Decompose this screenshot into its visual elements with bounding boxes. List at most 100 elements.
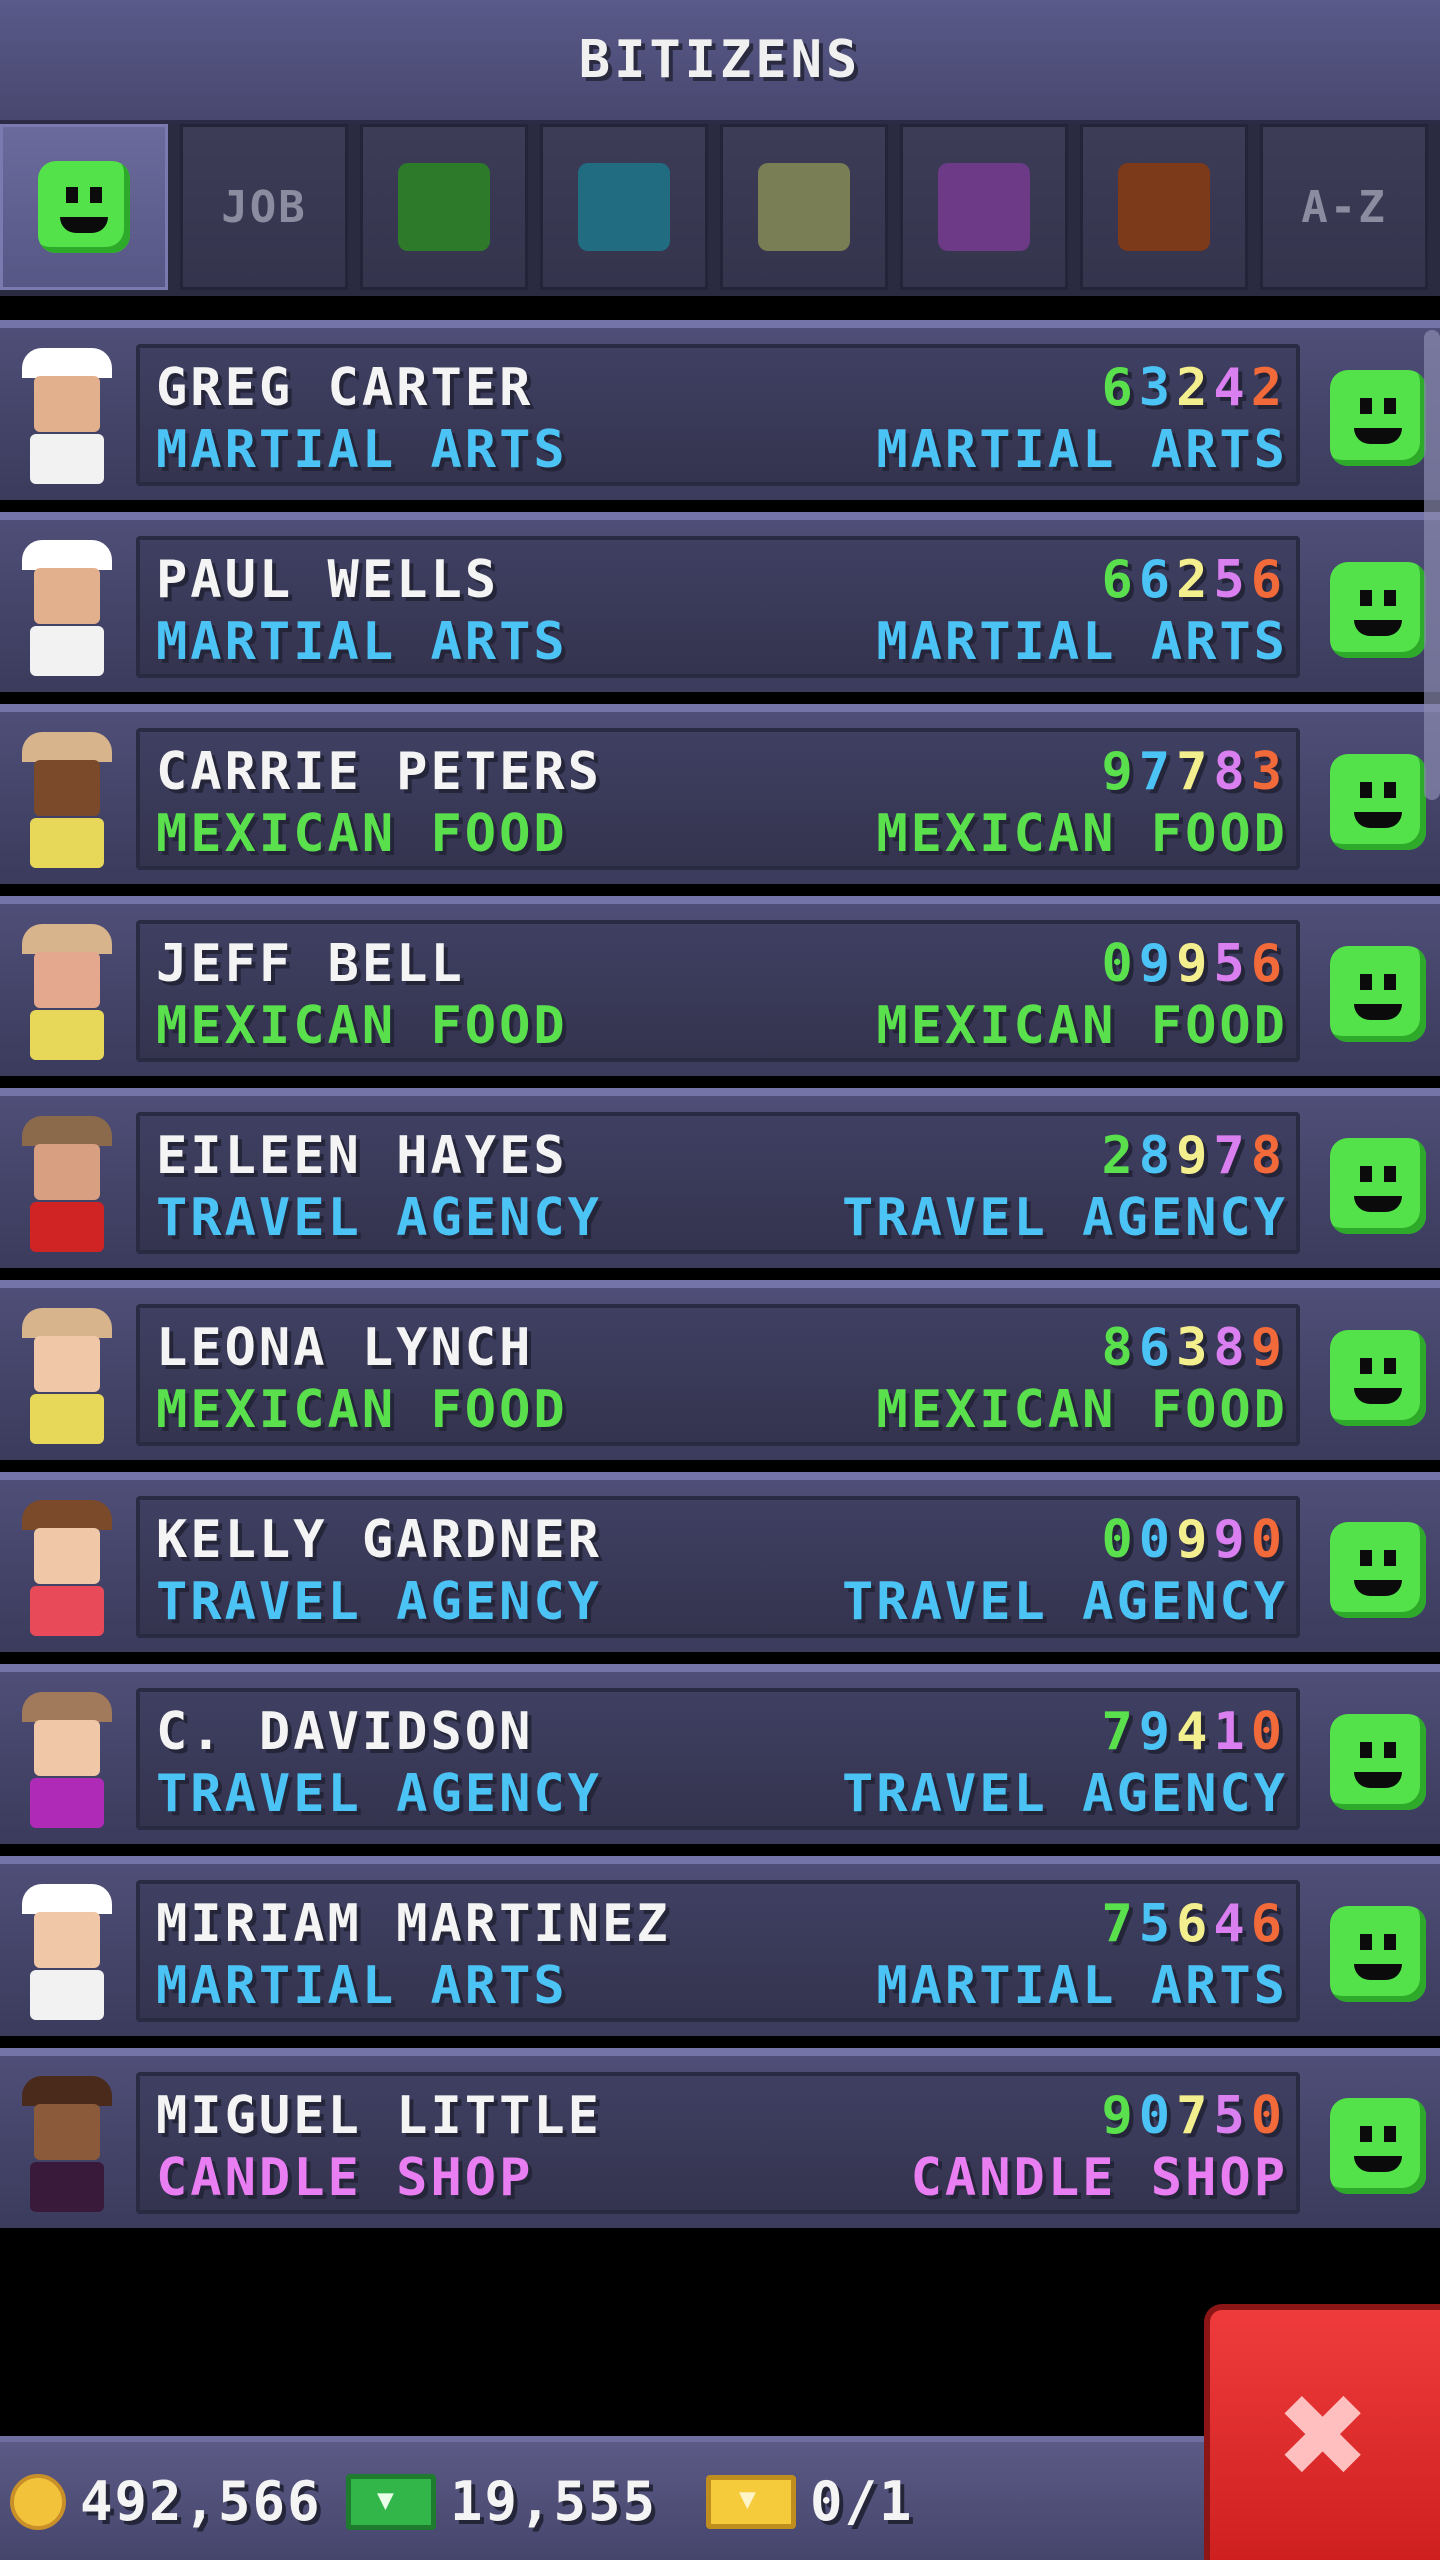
close-icon: ✖ <box>1279 2348 1371 2522</box>
tab-a-z[interactable]: A-Z <box>1260 124 1428 290</box>
tab-color-filter[interactable] <box>720 124 888 290</box>
list-item[interactable]: JEFF BELL 09956 MEXICAN FOOD MEXICAN FOOD <box>0 896 1440 1076</box>
dream-job: MEXICAN FOOD <box>876 804 1288 864</box>
color-swatch-icon <box>578 163 670 251</box>
current-job: MARTIAL ARTS <box>156 420 568 480</box>
happiness-icon <box>1330 754 1426 850</box>
list-item[interactable]: PAUL WELLS 66256 MARTIAL ARTS MARTIAL ARTS <box>0 512 1440 692</box>
avatar <box>12 732 122 872</box>
bitizen-info-panel: C. DAVIDSON 79410 TRAVEL AGENCY TRAVEL AGEN… <box>136 1688 1300 1830</box>
filter-tabs: JOB A-Z <box>0 124 1440 296</box>
current-job: TRAVEL AGENCY <box>156 1572 602 1632</box>
current-job: MARTIAL ARTS <box>156 612 568 672</box>
dream-job: TRAVEL AGENCY <box>842 1188 1288 1248</box>
bitizen-name: KELLY GARDNER <box>156 1510 602 1570</box>
tickets-value: 0/1 <box>810 2470 914 2533</box>
list-item[interactable]: CARRIE PETERS 97783 MEXICAN FOOD MEXICAN FO… <box>0 704 1440 884</box>
dream-job: TRAVEL AGENCY <box>842 1764 1288 1824</box>
coins-value: 492,566 <box>80 2470 322 2533</box>
list-item[interactable]: MIGUEL LITTLE 90750 CANDLE SHOP CANDLE SHOP <box>0 2048 1440 2228</box>
bitizen-info-panel: JEFF BELL 09956 MEXICAN FOOD MEXICAN FOOD <box>136 920 1300 1062</box>
current-job: CANDLE SHOP <box>156 2148 534 2208</box>
page-title: BITIZENS <box>578 30 862 90</box>
happiness-icon <box>1330 370 1426 466</box>
list-item[interactable]: LEONA LYNCH 86389 MEXICAN FOOD MEXICAN FOOD <box>0 1280 1440 1460</box>
tab-happiness[interactable] <box>0 124 168 290</box>
coin-icon <box>10 2473 66 2530</box>
current-job: TRAVEL AGENCY <box>156 1764 602 1824</box>
skill-digits: 97783 <box>1101 742 1288 802</box>
current-job: MEXICAN FOOD <box>156 804 568 864</box>
bitizen-info-panel: KELLY GARDNER 00990 TRAVEL AGENCY TRAVEL AG… <box>136 1496 1300 1638</box>
avatar <box>12 1308 122 1448</box>
avatar <box>12 1116 122 1256</box>
tab-color-filter[interactable] <box>540 124 708 290</box>
happiness-icon <box>1330 562 1426 658</box>
tab-color-filter[interactable] <box>360 124 528 290</box>
bitizen-info-panel: EILEEN HAYES 28978 TRAVEL AGENCY TRAVEL AGE… <box>136 1112 1300 1254</box>
bitizen-name: LEONA LYNCH <box>156 1318 534 1378</box>
happiness-icon <box>1330 1138 1426 1234</box>
bitizen-name: C. DAVIDSON <box>156 1702 534 1762</box>
tab-label: A-Z <box>1301 181 1387 233</box>
scrollbar[interactable] <box>1424 330 1440 800</box>
happiness-icon <box>1330 1522 1426 1618</box>
happiness-icon <box>1330 946 1426 1042</box>
bux-icon <box>346 2473 436 2530</box>
bitizen-info-panel: LEONA LYNCH 86389 MEXICAN FOOD MEXICAN FOOD <box>136 1304 1300 1446</box>
skill-digits: 79410 <box>1101 1702 1288 1762</box>
avatar <box>12 2076 122 2216</box>
bitizen-name: GREG CARTER <box>156 358 534 418</box>
tab-job[interactable]: JOB <box>180 124 348 290</box>
skill-digits: 09956 <box>1101 934 1288 994</box>
dream-job: MARTIAL ARTS <box>876 420 1288 480</box>
skill-digits: 28978 <box>1101 1126 1288 1186</box>
bitizen-info-panel: MIRIAM MARTINEZ 75646 MARTIAL ARTS MARTIAL … <box>136 1880 1300 2022</box>
dream-job: MARTIAL ARTS <box>876 1956 1288 2016</box>
bitizen-info-panel: CARRIE PETERS 97783 MEXICAN FOOD MEXICAN FO… <box>136 728 1300 870</box>
list-item[interactable]: GREG CARTER 63242 MARTIAL ARTS MARTIAL ARTS <box>0 320 1440 500</box>
bitizen-name: JEFF BELL <box>156 934 465 994</box>
bitizen-name: MIRIAM MARTINEZ <box>156 1894 671 1954</box>
header-bar: BITIZENS <box>0 0 1440 124</box>
dream-job: MEXICAN FOOD <box>876 1380 1288 1440</box>
skill-digits: 86389 <box>1101 1318 1288 1378</box>
color-swatch-icon <box>758 163 850 251</box>
avatar <box>12 1884 122 2024</box>
avatar <box>12 348 122 488</box>
list-item[interactable]: EILEEN HAYES 28978 TRAVEL AGENCY TRAVEL AGE… <box>0 1088 1440 1268</box>
bux-stat: 19,555 <box>346 2470 657 2533</box>
list-item[interactable]: C. DAVIDSON 79410 TRAVEL AGENCY TRAVEL AGEN… <box>0 1664 1440 1844</box>
tab-label: JOB <box>221 181 307 233</box>
close-button[interactable]: ✖ <box>1204 2304 1440 2560</box>
coins-stat: 492,566 <box>10 2470 322 2533</box>
bitizen-info-panel: GREG CARTER 63242 MARTIAL ARTS MARTIAL ARTS <box>136 344 1300 486</box>
bux-value: 19,555 <box>450 2470 658 2533</box>
skill-digits: 00990 <box>1101 1510 1288 1570</box>
bitizen-info-panel: MIGUEL LITTLE 90750 CANDLE SHOP CANDLE SHOP <box>136 2072 1300 2214</box>
happiness-icon <box>1330 1906 1426 2002</box>
list-item[interactable]: KELLY GARDNER 00990 TRAVEL AGENCY TRAVEL AG… <box>0 1472 1440 1652</box>
skill-digits: 63242 <box>1101 358 1288 418</box>
list-item[interactable]: MIRIAM MARTINEZ 75646 MARTIAL ARTS MARTIAL … <box>0 1856 1440 2036</box>
avatar <box>12 1692 122 1832</box>
dream-job: MEXICAN FOOD <box>876 996 1288 1056</box>
bitizen-name: PAUL WELLS <box>156 550 500 610</box>
avatar <box>12 924 122 1064</box>
ticket-icon <box>706 2474 796 2529</box>
bitizen-name: MIGUEL LITTLE <box>156 2086 602 2146</box>
tab-color-filter[interactable] <box>1080 124 1248 290</box>
color-swatch-icon <box>938 163 1030 251</box>
happiness-icon <box>1330 1714 1426 1810</box>
avatar <box>12 540 122 680</box>
skill-digits: 75646 <box>1101 1894 1288 1954</box>
color-swatch-icon <box>1118 163 1210 251</box>
current-job: MEXICAN FOOD <box>156 996 568 1056</box>
bitizen-info-panel: PAUL WELLS 66256 MARTIAL ARTS MARTIAL ARTS <box>136 536 1300 678</box>
current-job: TRAVEL AGENCY <box>156 1188 602 1248</box>
tab-color-filter[interactable] <box>900 124 1068 290</box>
smiley-icon <box>38 161 130 253</box>
skill-digits: 66256 <box>1101 550 1288 610</box>
dream-job: MARTIAL ARTS <box>876 612 1288 672</box>
current-job: MEXICAN FOOD <box>156 1380 568 1440</box>
